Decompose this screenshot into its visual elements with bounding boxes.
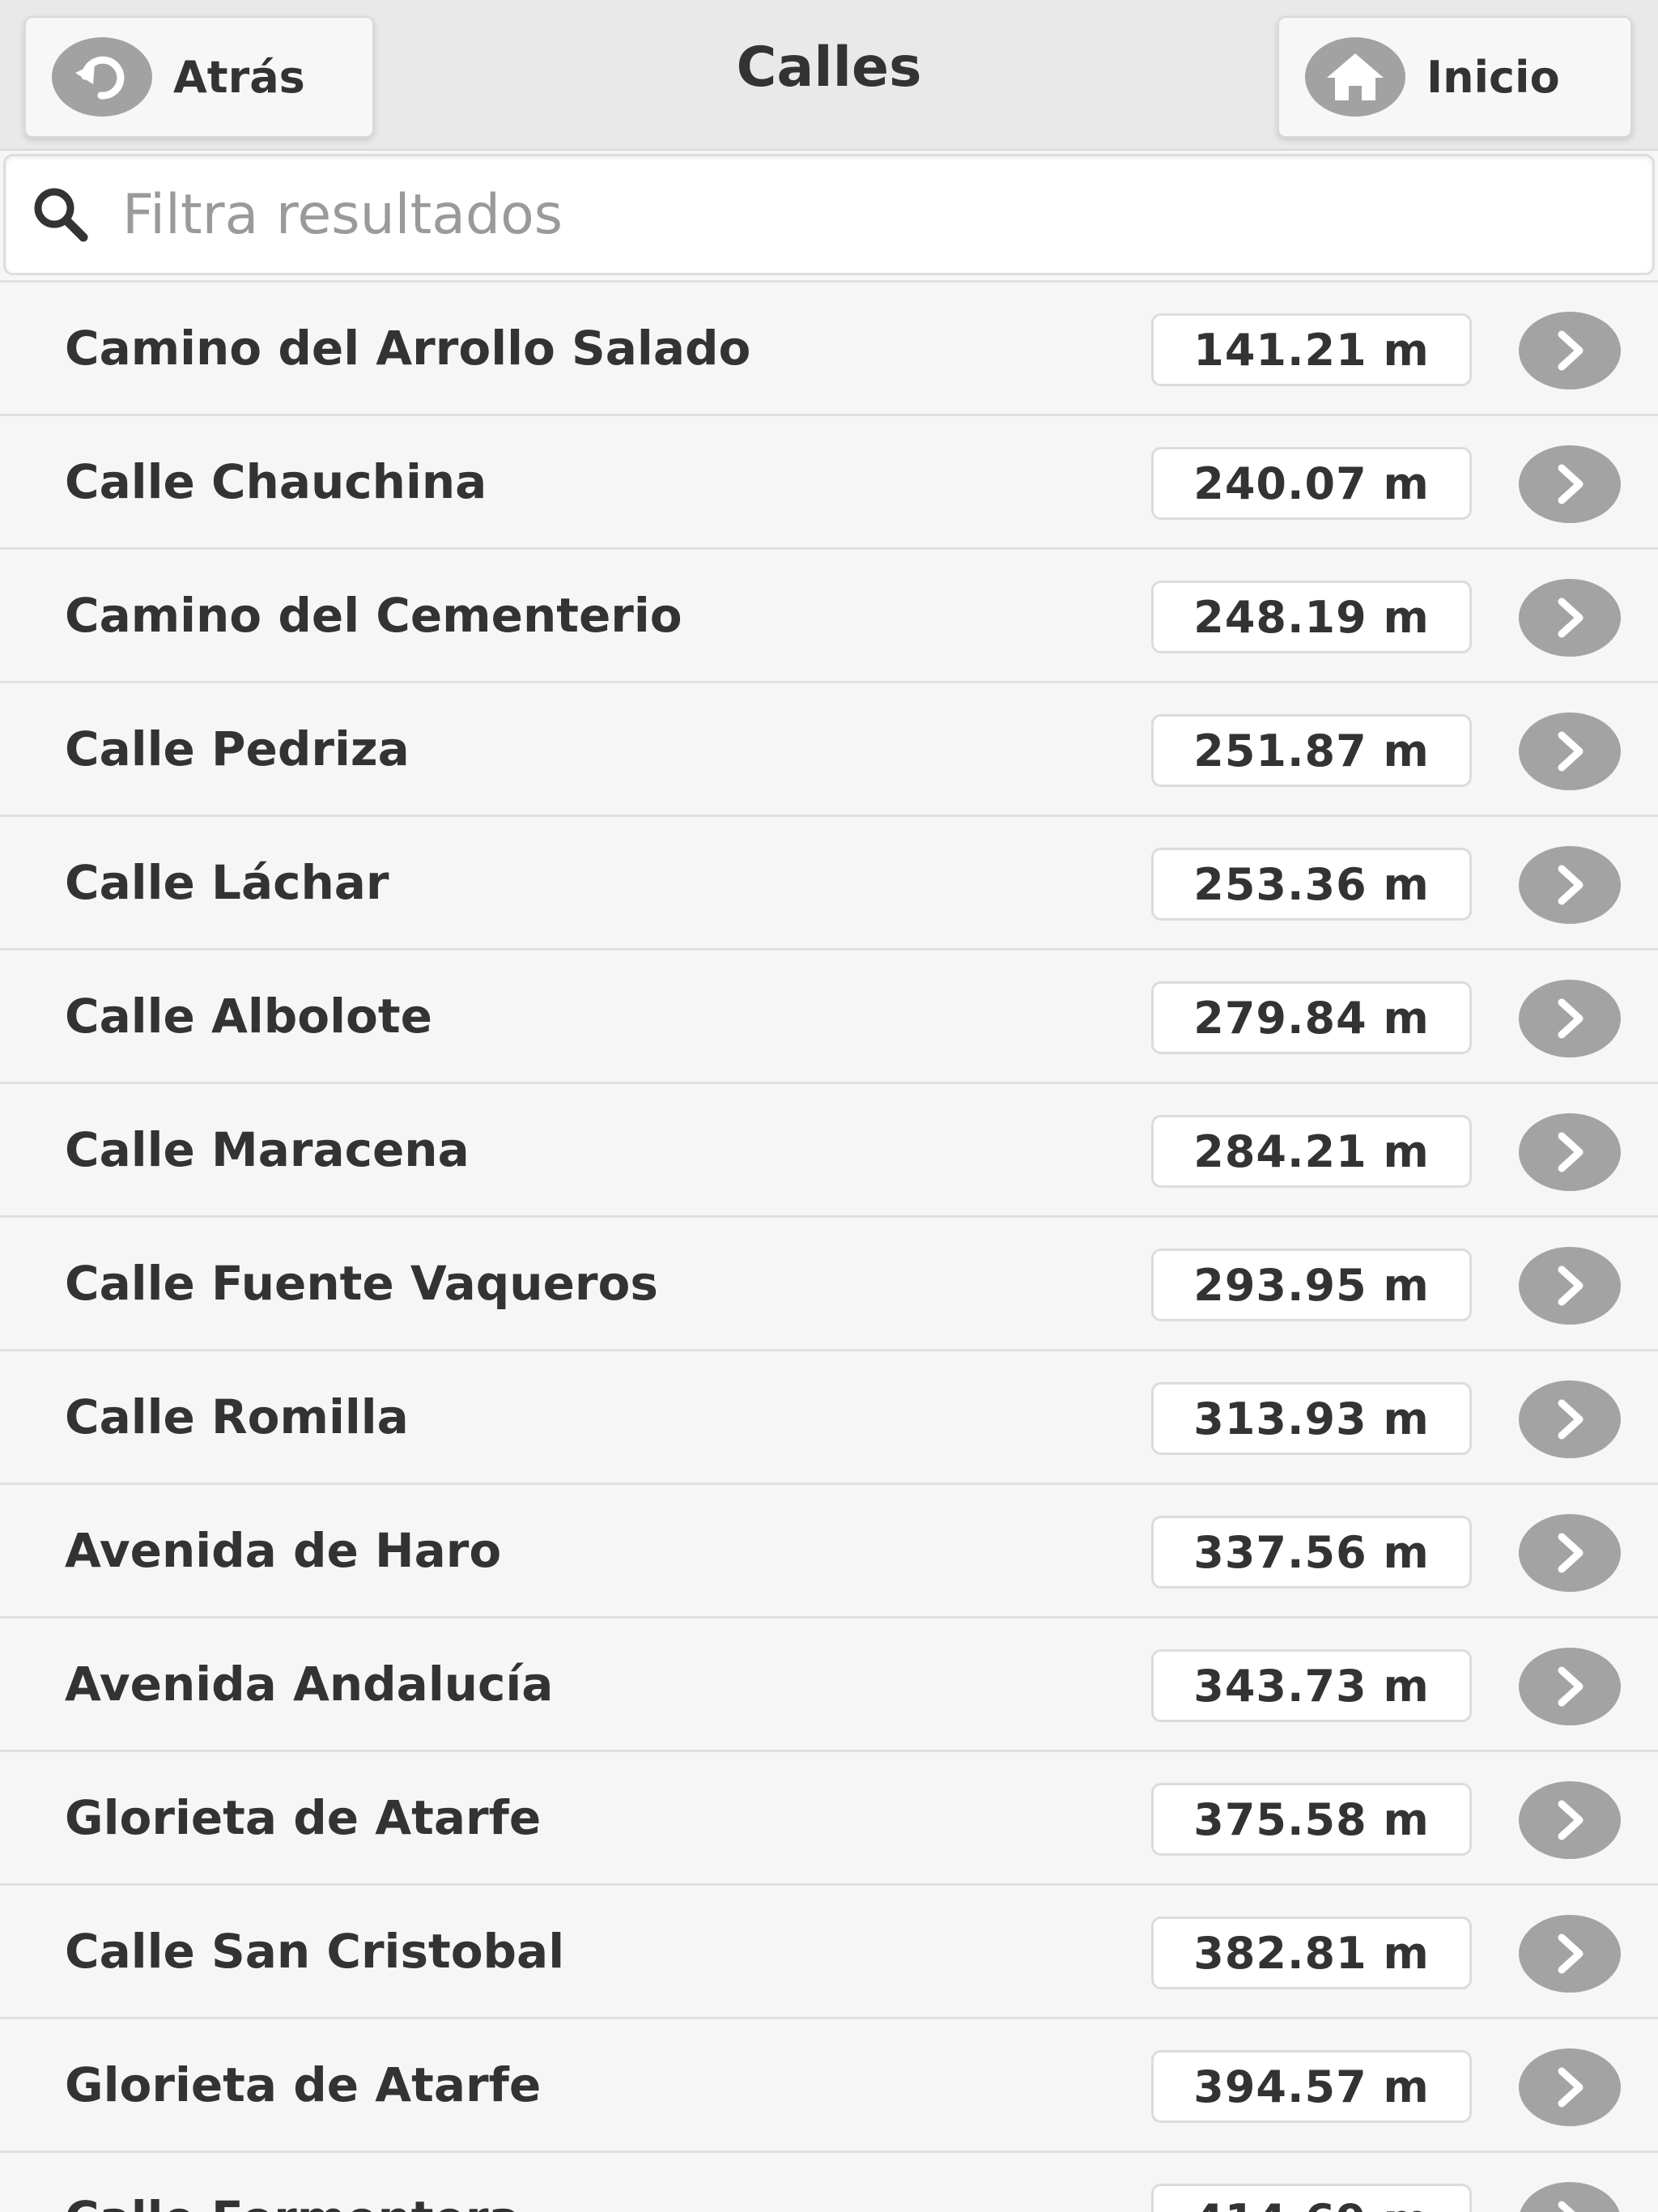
list-item[interactable]: Calle Fuente Vaqueros 293.95 m xyxy=(0,1215,1658,1349)
chevron-right-icon[interactable] xyxy=(1519,1380,1621,1458)
list-item[interactable]: Avenida Andalucía 343.73 m xyxy=(0,1616,1658,1750)
street-list: Camino del Arrollo Salado 141.21 m Calle C… xyxy=(0,280,1658,2212)
list-item[interactable]: Calle Pedriza 251.87 m xyxy=(0,681,1658,815)
search-input[interactable] xyxy=(122,166,1579,263)
distance-badge: 248.19 m xyxy=(1151,581,1472,653)
app-screen: Atrás Calles Inicio Camino del Arrollo S… xyxy=(0,0,1658,2212)
street-name: Calle Chauchina xyxy=(65,454,487,509)
list-item[interactable]: Calle San Cristobal 382.81 m xyxy=(0,1883,1658,2017)
home-icon xyxy=(1305,37,1405,117)
list-item[interactable]: Calle Maracena 284.21 m xyxy=(0,1082,1658,1215)
distance-badge: 253.36 m xyxy=(1151,848,1472,921)
list-item[interactable]: Calle Romilla 313.93 m xyxy=(0,1349,1658,1482)
list-item[interactable]: Calle Láchar 253.36 m xyxy=(0,815,1658,948)
distance-badge: 414.69 m xyxy=(1151,2184,1472,2212)
chevron-right-icon[interactable] xyxy=(1519,1247,1621,1325)
list-item[interactable]: Camino del Cementerio 248.19 m xyxy=(0,547,1658,681)
list-item[interactable]: Calle Formentera 414.69 m xyxy=(0,2150,1658,2212)
distance-badge: 251.87 m xyxy=(1151,714,1472,787)
street-name: Calle Maracena xyxy=(65,1122,470,1177)
distance-badge: 375.58 m xyxy=(1151,1783,1472,1856)
distance-badge: 382.81 m xyxy=(1151,1916,1472,1989)
chevron-right-icon[interactable] xyxy=(1519,1915,1621,1993)
street-name: Calle Romilla xyxy=(65,1389,409,1444)
street-name: Calle San Cristobal xyxy=(65,1924,565,1979)
street-name: Calle Fuente Vaqueros xyxy=(65,1256,658,1311)
chevron-right-icon[interactable] xyxy=(1519,2182,1621,2212)
street-name: Camino del Cementerio xyxy=(65,588,682,643)
distance-badge: 279.84 m xyxy=(1151,981,1472,1054)
street-name: Calle Láchar xyxy=(65,855,389,910)
street-name: Avenida Andalucía xyxy=(65,1657,554,1712)
chevron-right-icon[interactable] xyxy=(1519,980,1621,1057)
distance-badge: 284.21 m xyxy=(1151,1115,1472,1188)
header-bar: Atrás Calles Inicio xyxy=(0,0,1658,151)
distance-badge: 337.56 m xyxy=(1151,1516,1472,1589)
chevron-right-icon[interactable] xyxy=(1519,1113,1621,1191)
search-icon xyxy=(28,182,93,247)
distance-badge: 394.57 m xyxy=(1151,2050,1472,2123)
chevron-right-icon[interactable] xyxy=(1519,713,1621,790)
street-name: Avenida de Haro xyxy=(65,1523,502,1578)
street-name: Glorieta de Atarfe xyxy=(65,2057,542,2112)
list-item[interactable]: Glorieta de Atarfe 375.58 m xyxy=(0,1750,1658,1883)
search-bar xyxy=(3,154,1655,275)
chevron-right-icon[interactable] xyxy=(1519,445,1621,523)
street-name: Camino del Arrollo Salado xyxy=(65,321,751,376)
distance-badge: 293.95 m xyxy=(1151,1249,1472,1321)
home-button-label: Inicio xyxy=(1426,51,1560,103)
list-item[interactable]: Calle Albolote 279.84 m xyxy=(0,948,1658,1082)
chevron-right-icon[interactable] xyxy=(1519,1514,1621,1592)
list-item[interactable]: Camino del Arrollo Salado 141.21 m xyxy=(0,280,1658,414)
street-name: Calle Pedriza xyxy=(65,721,410,776)
chevron-right-icon[interactable] xyxy=(1519,846,1621,924)
chevron-right-icon[interactable] xyxy=(1519,312,1621,389)
distance-badge: 313.93 m xyxy=(1151,1382,1472,1455)
street-name: Glorieta de Atarfe xyxy=(65,1790,542,1845)
street-name: Calle Formentera xyxy=(65,2191,1117,2212)
distance-badge: 141.21 m xyxy=(1151,313,1472,386)
chevron-right-icon[interactable] xyxy=(1519,579,1621,657)
distance-badge: 343.73 m xyxy=(1151,1649,1472,1722)
chevron-right-icon[interactable] xyxy=(1519,1781,1621,1859)
list-item[interactable]: Avenida de Haro 337.56 m xyxy=(0,1482,1658,1616)
chevron-right-icon[interactable] xyxy=(1519,2048,1621,2126)
chevron-right-icon[interactable] xyxy=(1519,1648,1621,1725)
list-item[interactable]: Glorieta de Atarfe 394.57 m xyxy=(0,2017,1658,2150)
street-name: Calle Albolote xyxy=(65,989,432,1044)
home-button[interactable]: Inicio xyxy=(1278,16,1632,138)
list-item[interactable]: Calle Chauchina 240.07 m xyxy=(0,414,1658,547)
distance-badge: 240.07 m xyxy=(1151,447,1472,520)
